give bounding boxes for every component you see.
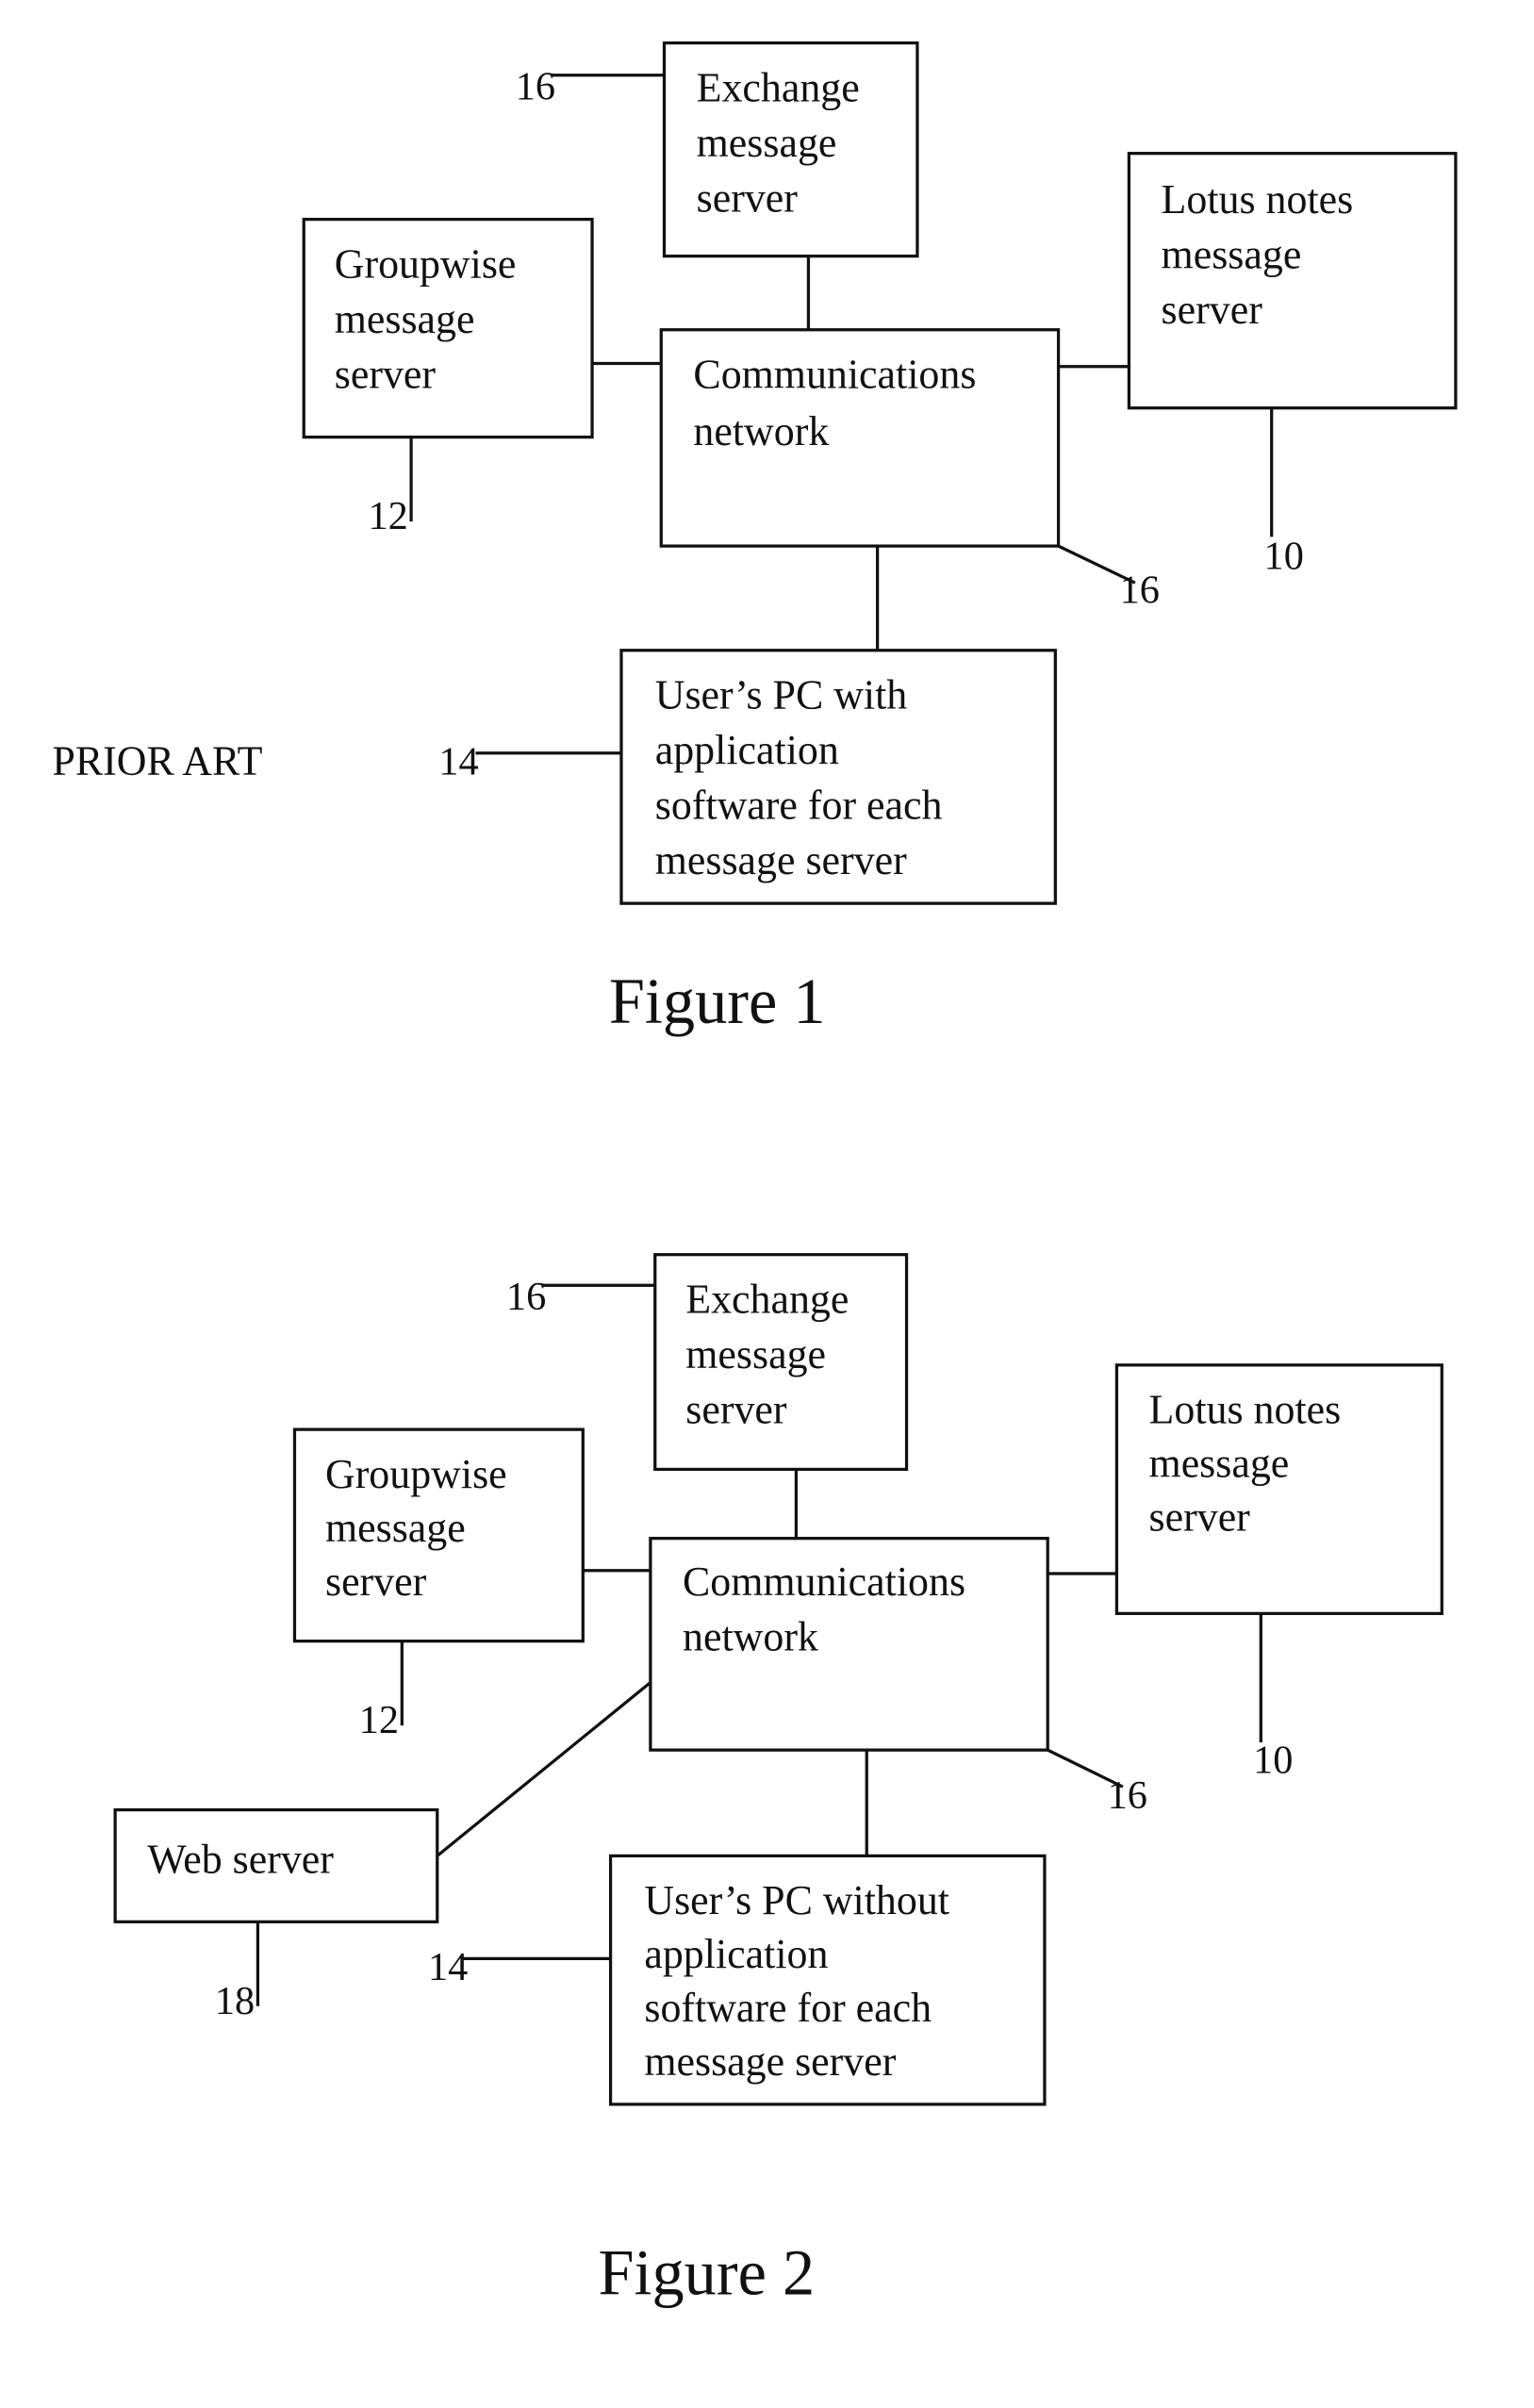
figure-2-caption: Figure 2	[599, 2237, 816, 2309]
ref-14: 14	[438, 740, 478, 784]
figure-1: Exchange message server Groupwise messag…	[52, 41, 1458, 1037]
ref-16-exchange: 16	[516, 65, 555, 109]
ref-12: 12	[369, 494, 408, 538]
ref-10: 10	[1264, 535, 1304, 579]
figure-2: Exchange message server Groupwise messag…	[113, 1253, 1443, 2309]
ref-18: 18	[215, 1979, 255, 2023]
ref-10: 10	[1253, 1739, 1293, 1783]
ref-16-network: 16	[1108, 1773, 1147, 1818]
ref-14: 14	[428, 1945, 468, 1989]
ref-12: 12	[359, 1698, 399, 1742]
web-server-label: Web server	[147, 1836, 334, 1882]
link-network-webserver	[436, 1681, 652, 1857]
ref-16-exchange: 16	[506, 1275, 546, 1319]
patent-figures: Exchange message server Groupwise messag…	[52, 41, 1458, 2309]
ref-16-network: 16	[1120, 568, 1160, 612]
figure-1-caption: Figure 1	[609, 965, 826, 1037]
prior-art-label: PRIOR ART	[52, 738, 262, 784]
